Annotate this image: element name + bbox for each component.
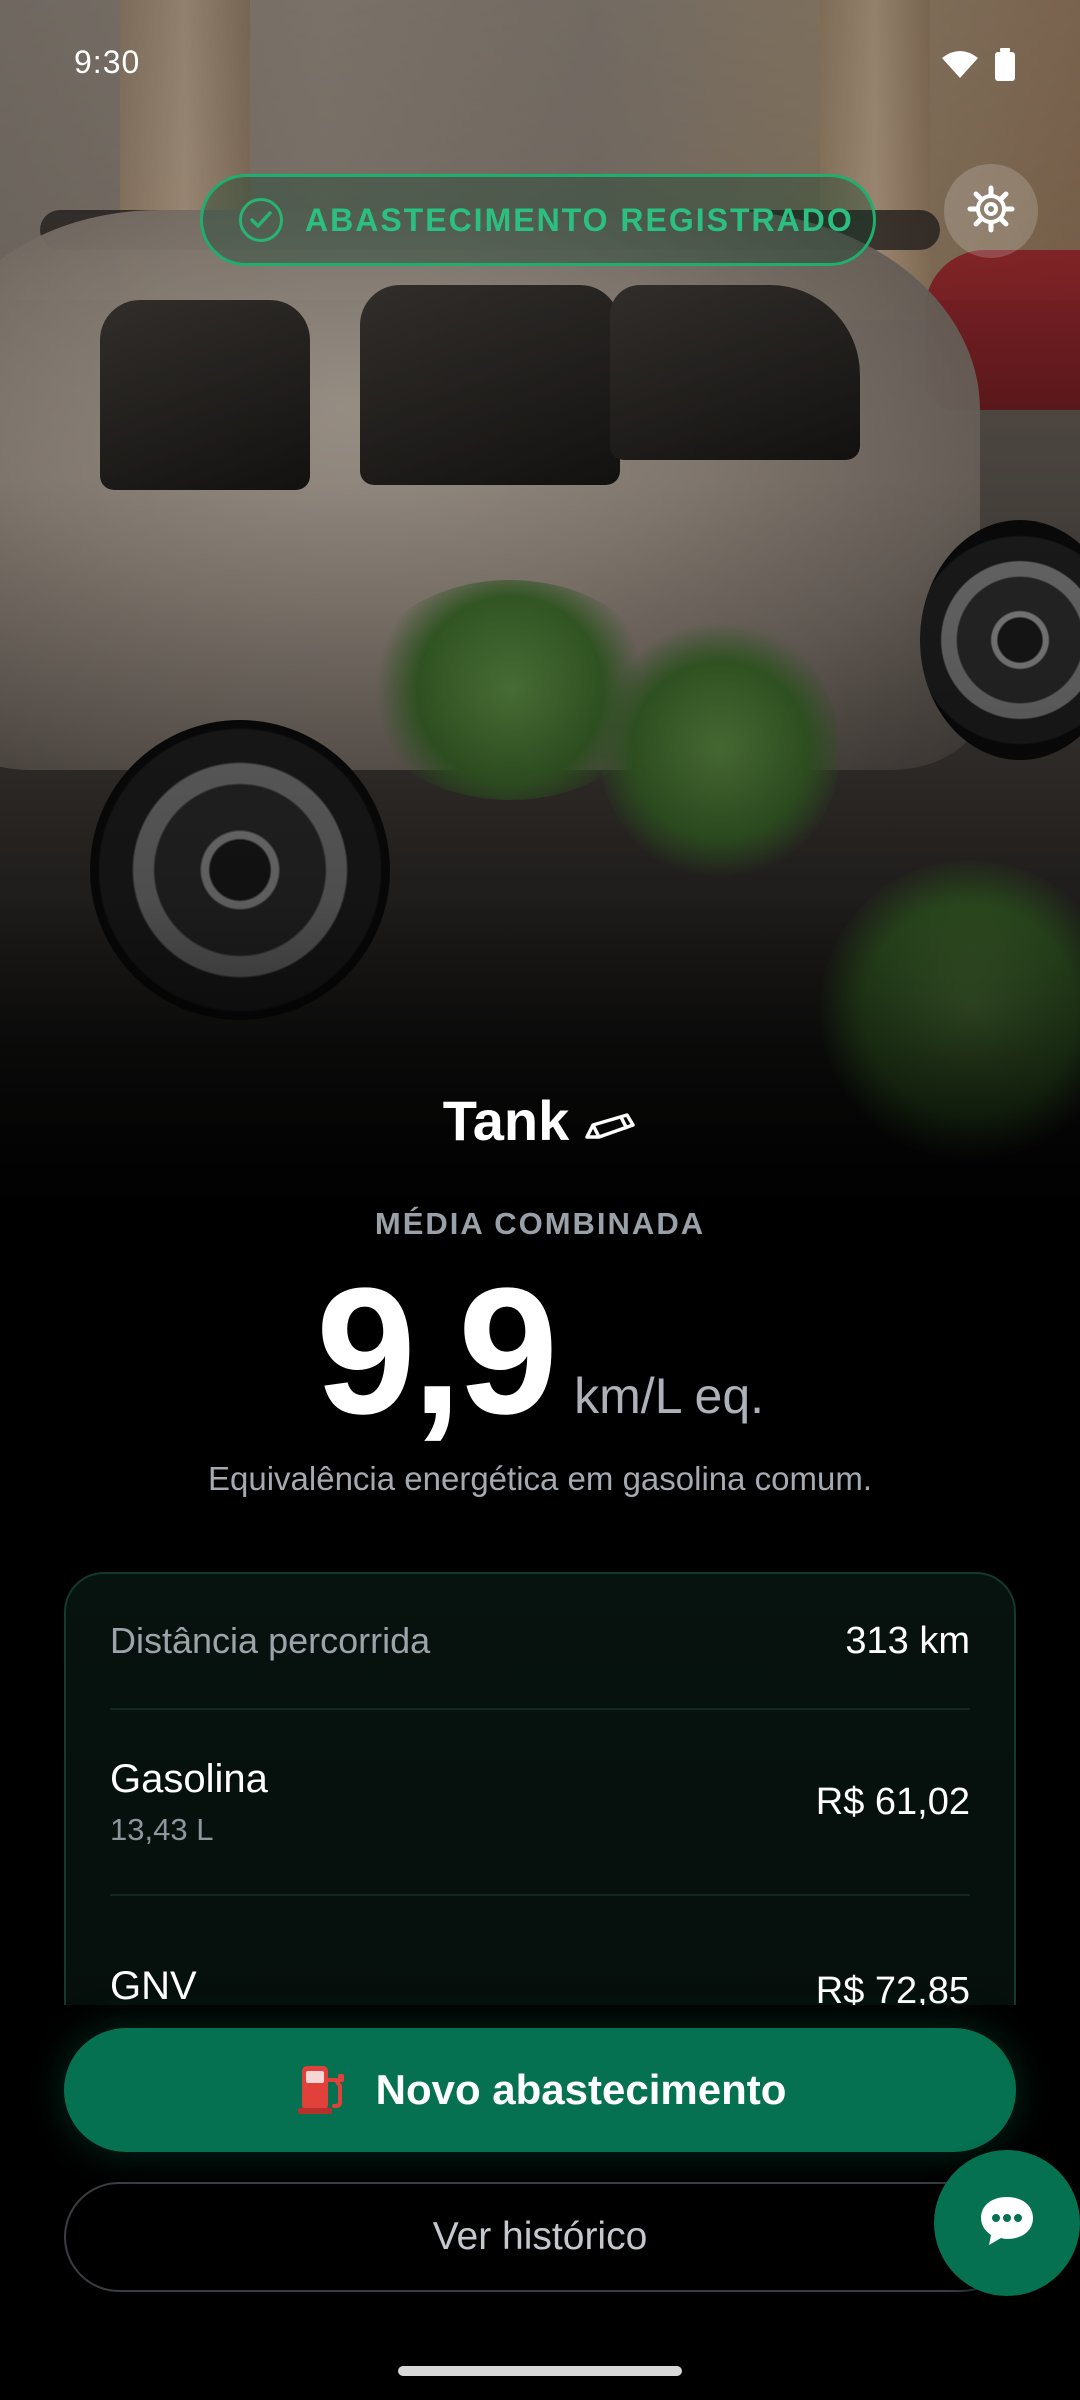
summary-card: Distância percorrida 313 km Gasolina 13,… <box>64 1572 1016 2005</box>
fuel-volume: 13,43 L <box>110 1811 214 1847</box>
average-display: 9,9 km/L eq. <box>0 1262 1080 1442</box>
check-circle-icon <box>239 198 283 242</box>
fuel-row: Gasolina 13,43 L R$ 61,02 <box>110 1710 970 1896</box>
pencil-icon[interactable] <box>583 1093 637 1158</box>
average-label: MÉDIA COMBINADA <box>374 1206 706 1241</box>
view-history-label: Ver histórico <box>432 2215 648 2258</box>
view-history-button[interactable]: Ver histórico <box>64 2182 1016 2292</box>
battery-icon <box>994 48 1016 87</box>
vehicle-name-row[interactable]: Tank <box>0 1088 1080 1158</box>
new-refuel-label: Novo abastecimento <box>375 2066 787 2113</box>
gear-icon <box>967 185 1015 238</box>
fuel-cost: R$ 72,85 <box>815 1969 970 2006</box>
vehicle-name: Tank <box>442 1089 570 1152</box>
wifi-icon <box>940 50 980 85</box>
fuel-name: GNV <box>110 1963 197 2006</box>
registered-badge: ABASTECIMENTO REGISTRADO <box>200 174 876 266</box>
fuel-row: GNV R$ 72,85 <box>110 1896 970 2006</box>
new-refuel-button[interactable]: Novo abastecimento <box>64 2028 1016 2152</box>
status-icons <box>940 48 1016 87</box>
chat-button[interactable] <box>934 2150 1080 2296</box>
distance-row: Distância percorrida 313 km <box>110 1574 970 1710</box>
average-unit: km/L eq. <box>574 1368 765 1424</box>
chat-bubble-icon <box>977 2193 1037 2254</box>
fuel-pump-icon <box>294 2060 350 2121</box>
average-value: 9,9 <box>315 1251 558 1452</box>
settings-button[interactable] <box>944 164 1038 258</box>
fuel-name: Gasolina <box>110 1756 268 1801</box>
distance-value: 313 km <box>845 1619 970 1662</box>
fuel-cost: R$ 61,02 <box>815 1780 970 1823</box>
summary-card-viewport: Distância percorrida 313 km Gasolina 13,… <box>64 1572 1016 2005</box>
home-indicator[interactable] <box>398 2366 682 2376</box>
equivalence-note: Equivalência energética em gasolina comu… <box>207 1460 873 1497</box>
registered-badge-text: ABASTECIMENTO REGISTRADO <box>305 201 854 238</box>
status-time: 9:30 <box>74 44 141 80</box>
distance-label: Distância percorrida <box>110 1620 431 1661</box>
